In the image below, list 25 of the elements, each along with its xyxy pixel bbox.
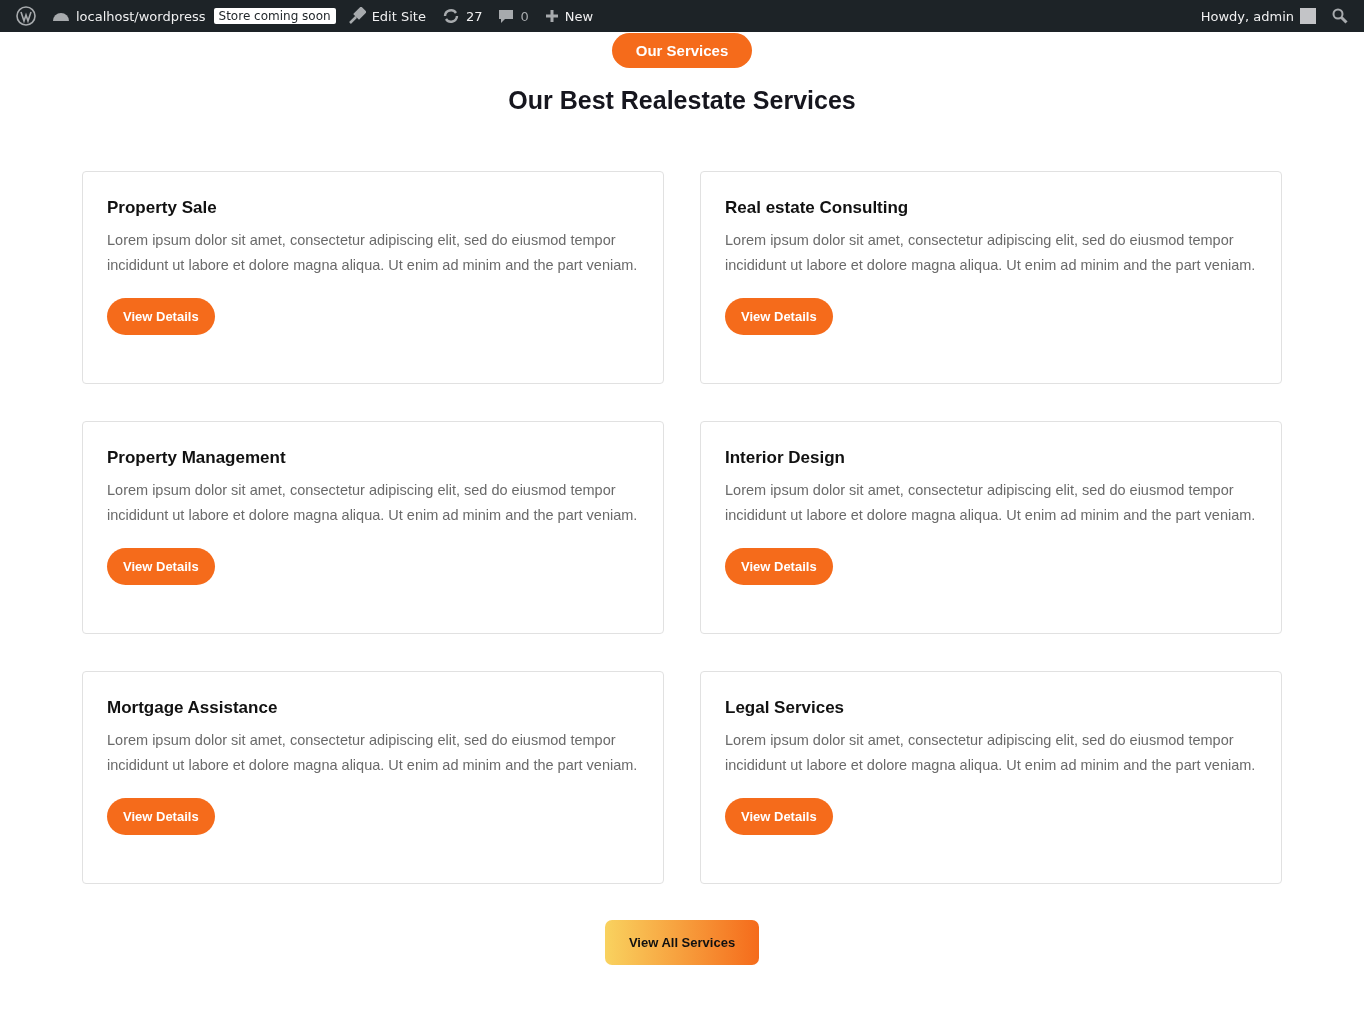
card-title: Interior Design [725,448,845,468]
updates-link[interactable]: 27 [433,7,491,25]
card-description: Lorem ipsum dolor sit amet, consectetur adipiscing elit, sed do eiusmod tempor incididunt ut labore et dolore magna aliqua. Ut enim ad minim and the part veniam. [725,231,1257,275]
card-title: Legal Services [725,698,845,718]
card-title: Property Management [107,448,286,468]
card-title: Real estate Consulting [725,198,909,218]
account-link[interactable]: Howdy, admin [1192,8,1324,24]
edit-site-link[interactable]: Edit Site [339,7,434,25]
comment-icon [498,8,515,24]
card-description: Lorem ipsum dolor sit amet, consectetur adipiscing elit, sed do eiusmod tempor incididunt ut labore et dolore magna aliqua. Ut enim ad minim and the part veniam. [725,481,1257,525]
card-description: Lorem ipsum dolor sit amet, consectetur adipiscing elit, sed do eiusmod tempor incididunt ut labore et dolore magna aliqua. Ut enim ad minim and the part veniam. [107,481,639,525]
card-title: Property Sale [107,198,217,218]
card-description: Lorem ipsum dolor sit amet, consectetur adipiscing elit, sed do eiusmod tempor incididunt ut labore et dolore magna aliqua. Ut enim ad minim and the part veniam. [725,731,1257,775]
refresh-icon [441,7,460,25]
new-link[interactable]: New [536,8,602,24]
store-status-badge: Store coming soon [213,8,336,24]
card-title: Mortgage Assistance [107,698,278,718]
view-all-button[interactable]: View All Services [604,920,760,965]
card-description: Lorem ipsum dolor sit amet, consectetur adipiscing elit, sed do eiusmod tempor incididunt ut labore et dolore magna aliqua. Ut enim ad minim and the part veniam. [107,731,639,775]
site-link[interactable]: localhost/wordpress [44,8,214,24]
brush-icon [347,7,366,25]
plus-icon [544,9,559,23]
comments-link[interactable]: 0 [490,8,537,24]
section-title: Our Best Realestate Services [508,86,856,115]
card-description: Lorem ipsum dolor sit amet, consectetur adipiscing elit, sed do eiusmod tempor incididunt ut labore et dolore magna aliqua. Ut enim ad minim and the part veniam. [107,231,639,275]
